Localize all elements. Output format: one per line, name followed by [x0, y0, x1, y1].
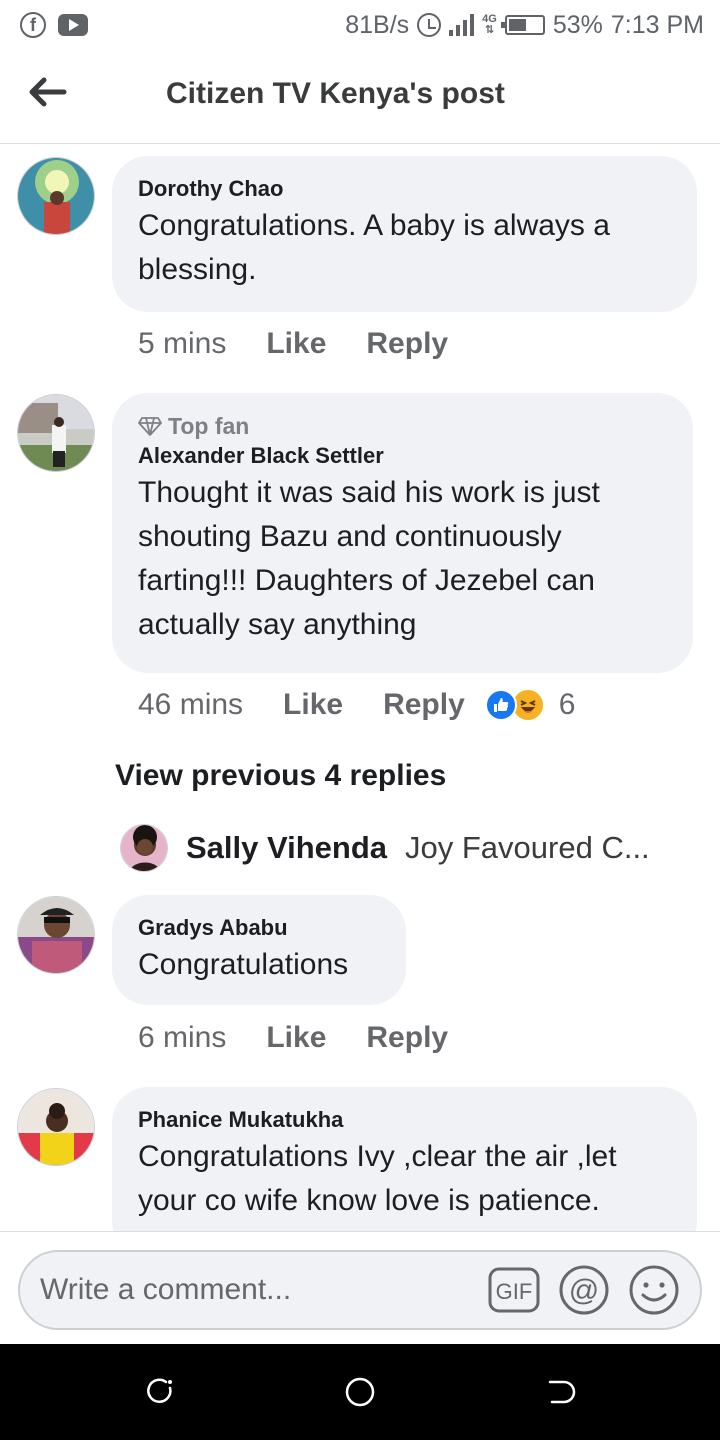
- diamond-icon: [138, 417, 162, 436]
- system-navigation-bar: [0, 1344, 720, 1440]
- emoji-icon[interactable]: [628, 1264, 680, 1316]
- comment-text: Thought it was said his work is just sho…: [138, 476, 600, 641]
- avatar[interactable]: [17, 394, 95, 472]
- reply-button[interactable]: Reply: [366, 1021, 448, 1055]
- gif-icon[interactable]: GIF: [488, 1264, 540, 1316]
- comment-time[interactable]: 6 mins: [138, 1021, 226, 1055]
- comment-bubble[interactable]: Dorothy Chao Congratulations. A baby is …: [112, 156, 697, 312]
- comments-list: Dorothy Chao Congratulations. A baby is …: [0, 145, 720, 1231]
- signal-icon: [449, 14, 475, 36]
- avatar[interactable]: [17, 896, 95, 974]
- comment-actions: 5 mins Like Reply: [138, 327, 448, 361]
- back-nav-icon[interactable]: [544, 1376, 576, 1408]
- page-title: Citizen TV Kenya's post: [166, 77, 505, 110]
- youtube-icon: [58, 14, 88, 36]
- svg-text:GIF: GIF: [496, 1279, 533, 1304]
- post-header: Citizen TV Kenya's post: [0, 50, 720, 144]
- comment-author[interactable]: Dorothy Chao: [138, 174, 671, 204]
- reply-button[interactable]: Reply: [383, 688, 465, 722]
- avatar[interactable]: [17, 157, 95, 235]
- like-reaction-icon: [484, 689, 517, 721]
- comment-author[interactable]: Gradys Ababu: [138, 913, 380, 943]
- clock: 7:13 PM: [610, 10, 704, 39]
- home-icon[interactable]: [344, 1376, 376, 1408]
- like-button[interactable]: Like: [266, 327, 326, 361]
- battery-percent: 53%: [552, 10, 603, 39]
- facebook-icon: f: [20, 12, 46, 38]
- reply-author[interactable]: Sally Vihenda: [186, 830, 387, 866]
- arrow-left-icon[interactable]: [28, 76, 68, 108]
- comment-time[interactable]: 46 mins: [138, 688, 243, 722]
- recent-apps-icon[interactable]: [144, 1376, 176, 1408]
- reply-button[interactable]: Reply: [366, 327, 448, 361]
- comment-actions: 6 mins Like Reply: [138, 1021, 448, 1055]
- comment-actions: 46 mins Like Reply 6: [138, 688, 575, 722]
- reaction-count: 6: [558, 688, 576, 721]
- svg-text:@: @: [569, 1274, 599, 1307]
- like-button[interactable]: Like: [283, 688, 343, 722]
- network-type: 4G ⇅: [482, 13, 497, 36]
- comment-bubble[interactable]: Gradys Ababu Congratulations: [112, 895, 406, 1005]
- comment-text: Congratulations Ivy ,clear the air ,let …: [138, 1140, 617, 1217]
- reply-preview[interactable]: Sally Vihenda Joy Favoured C...: [120, 824, 650, 872]
- alarm-icon: [417, 13, 442, 37]
- like-button[interactable]: Like: [266, 1021, 326, 1055]
- network-speed: 81B/s: [345, 10, 410, 39]
- comment-author[interactable]: Phanice Mukatukha: [138, 1105, 671, 1135]
- comment-input[interactable]: [40, 1273, 470, 1307]
- comment-text: Congratulations: [138, 948, 349, 981]
- comment-input-container: GIF @: [18, 1250, 702, 1330]
- mention-icon[interactable]: @: [558, 1264, 610, 1316]
- comment-composer: GIF @: [0, 1231, 720, 1343]
- comment-bubble[interactable]: Top fan Alexander Black Settler Thought …: [112, 393, 693, 673]
- status-bar: f 81B/s 4G ⇅ 53% 7:13 PM: [0, 0, 720, 50]
- comment-author[interactable]: Alexander Black Settler: [138, 441, 667, 471]
- comment-bubble[interactable]: Phanice Mukatukha Congratulations Ivy ,c…: [112, 1087, 697, 1231]
- comment-text: Congratulations. A baby is always a bles…: [138, 209, 610, 286]
- avatar: [120, 824, 168, 872]
- reactions-summary[interactable]: 6: [484, 688, 576, 722]
- avatar[interactable]: [17, 1088, 95, 1166]
- view-previous-replies-link[interactable]: View previous 4 replies: [115, 759, 446, 793]
- comment-time[interactable]: 5 mins: [138, 327, 226, 361]
- battery-icon: [500, 15, 545, 35]
- reply-text: Joy Favoured C...: [405, 830, 650, 865]
- top-fan-badge: Top fan: [138, 411, 667, 441]
